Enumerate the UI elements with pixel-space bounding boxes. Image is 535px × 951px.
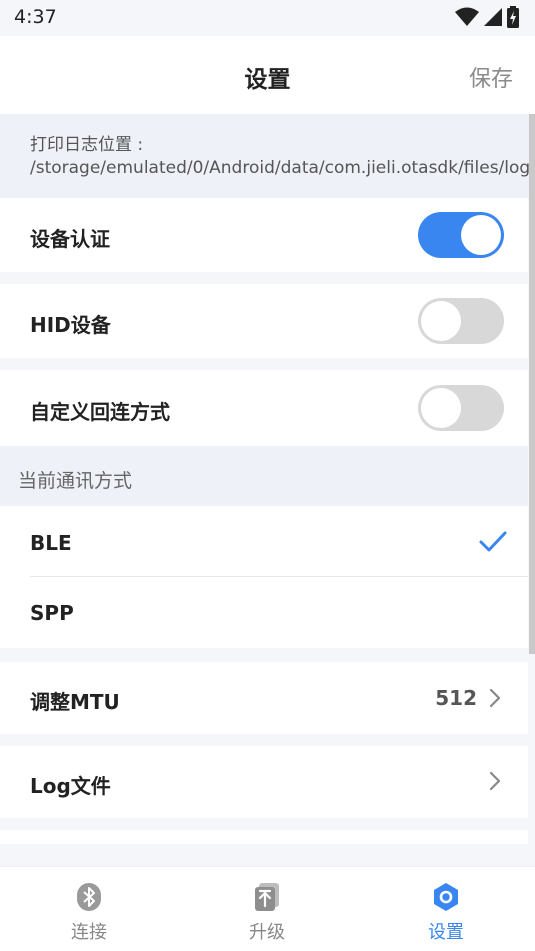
scrollbar[interactable]: [529, 114, 535, 654]
wifi-icon: [455, 7, 479, 26]
battery-charging-icon: [507, 6, 519, 28]
toggle-knob: [461, 215, 501, 255]
chevron-right-icon: [489, 688, 501, 708]
status-time: 4:37: [14, 6, 57, 28]
nav-tab-label: 设置: [428, 922, 464, 943]
nav-tab-label: 升级: [249, 922, 285, 943]
device-auth-label: 设备认证: [30, 227, 110, 251]
hid-device-toggle[interactable]: [418, 298, 504, 344]
settings-row-hid-device: HID设备: [0, 284, 528, 358]
settings-row-log-file[interactable]: Log文件: [0, 746, 528, 818]
bluetooth-icon: [77, 883, 101, 911]
chevron-right-icon: [489, 771, 501, 791]
comm-option-ble[interactable]: BLE: [0, 506, 528, 577]
comm-section-header: 当前通讯方式: [0, 446, 528, 506]
log-file-label: Log文件: [30, 774, 111, 798]
comm-option-label: SPP: [30, 601, 74, 625]
nav-tab-label: 连接: [71, 922, 107, 943]
nav-tab-connect[interactable]: 连接: [0, 867, 178, 951]
device-auth-toggle[interactable]: [418, 212, 504, 258]
nav-tab-settings[interactable]: 设置: [357, 867, 535, 951]
custom-reconnect-label: 自定义回连方式: [30, 400, 170, 424]
comm-option-label: BLE: [30, 531, 72, 555]
log-path-info: 打印日志位置 : /storage/emulated/0/Android/dat…: [0, 114, 535, 198]
cellular-signal-icon: [484, 8, 502, 26]
status-bar: 4:37: [0, 0, 535, 36]
hid-device-label: HID设备: [30, 313, 111, 337]
settings-row-device-auth: 设备认证: [0, 198, 528, 272]
bottom-nav: 连接 升级 设置: [0, 866, 535, 951]
comm-section-title: 当前通讯方式: [18, 470, 133, 492]
mtu-label: 调整MTU: [30, 690, 120, 714]
nav-tab-upgrade[interactable]: 升级: [178, 867, 356, 951]
settings-row-custom-reconnect: 自定义回连方式: [0, 370, 528, 446]
save-button[interactable]: 保存: [469, 61, 513, 93]
mtu-value: 512: [435, 686, 477, 710]
status-icons: [455, 6, 519, 28]
custom-reconnect-toggle[interactable]: [418, 385, 504, 431]
page-title: 设置: [244, 67, 291, 93]
settings-hexagon-icon: [434, 883, 458, 911]
check-icon: [479, 531, 507, 552]
upgrade-icon: [255, 883, 279, 911]
toggle-knob: [421, 388, 461, 428]
comm-option-spp[interactable]: SPP: [0, 577, 528, 648]
settings-row-partial: [0, 830, 528, 844]
header: 设置 保存: [0, 36, 535, 114]
toggle-knob: [421, 301, 461, 341]
